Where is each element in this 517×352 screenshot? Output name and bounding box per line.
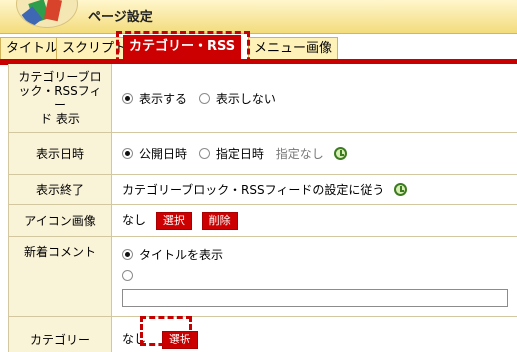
tab-bar: タイトル スクリプト カテゴリー・RSS メニュー画像 [0, 34, 517, 65]
tab-script[interactable]: スクリプト [56, 37, 134, 60]
page-header: ページ設定 [0, 0, 517, 34]
value-category: なし 選択 [111, 316, 517, 352]
row-category: カテゴリー なし 選択 [9, 316, 517, 352]
comment-text-input[interactable] [122, 289, 508, 307]
icon-delete-button[interactable]: 削除 [201, 212, 238, 230]
clock-icon[interactable] [333, 147, 347, 160]
row-new-comment: 新着コメント タイトルを表示 [9, 236, 517, 317]
page-title: ページ設定 [88, 10, 153, 25]
option-custom[interactable] [122, 269, 508, 283]
radio-custom[interactable] [122, 270, 133, 281]
clock-icon[interactable] [394, 183, 408, 196]
tab-category-rss[interactable]: カテゴリー・RSS [123, 35, 242, 61]
label-icon-image: アイコン画像 [9, 204, 112, 237]
row-display-end: 表示終了 カテゴリーブロック・RSSフィードの設定に従う [9, 174, 517, 205]
settings-panel: カテゴリーブロ ック・RSSフィー ド 表示 表示する 表示しない 表示日時 公… [8, 64, 517, 352]
settings-form: カテゴリーブロ ック・RSSフィー ド 表示 表示する 表示しない 表示日時 公… [9, 64, 517, 352]
label-display-end: 表示終了 [9, 174, 112, 205]
row-icon-image: アイコン画像 なし 選択 削除 [9, 204, 517, 237]
value-category-block: 表示する 表示しない [111, 64, 517, 133]
radio-show[interactable] [122, 92, 133, 104]
category-select-button[interactable]: 選択 [161, 331, 198, 349]
radio-hide[interactable] [198, 92, 210, 104]
tab-title[interactable]: タイトル [0, 37, 65, 60]
row-category-block: カテゴリーブロ ック・RSSフィー ド 表示 表示する 表示しない [9, 64, 517, 133]
option-publish-date[interactable]: 公開日時 [122, 147, 187, 161]
radio-publish-date[interactable] [122, 148, 133, 159]
option-specify-date[interactable]: 指定日時 [198, 147, 264, 161]
specified-date-value: 指定なし [275, 147, 324, 161]
tab-menu-image[interactable]: メニュー画像 [248, 37, 339, 60]
option-hide[interactable]: 表示しない [198, 92, 276, 106]
value-new-comment: タイトルを表示 [111, 236, 517, 317]
label-display-date: 表示日時 [9, 132, 112, 175]
app-logo-icon [16, 0, 78, 28]
label-category: カテゴリー [9, 316, 112, 352]
radio-show-title[interactable] [122, 249, 133, 260]
option-show-title[interactable]: タイトルを表示 [122, 246, 508, 263]
radio-specify-date[interactable] [198, 148, 210, 159]
label-category-block: カテゴリーブロ ック・RSSフィー ド 表示 [9, 64, 112, 133]
value-display-date: 公開日時 指定日時 指定なし [111, 132, 517, 175]
label-new-comment: 新着コメント [9, 236, 112, 317]
option-show[interactable]: 表示する [122, 92, 187, 106]
row-display-date: 表示日時 公開日時 指定日時 指定なし [9, 132, 517, 175]
icon-select-button[interactable]: 選択 [155, 212, 192, 230]
value-display-end: カテゴリーブロック・RSSフィードの設定に従う [111, 174, 517, 205]
value-icon-image: なし 選択 削除 [111, 204, 517, 237]
